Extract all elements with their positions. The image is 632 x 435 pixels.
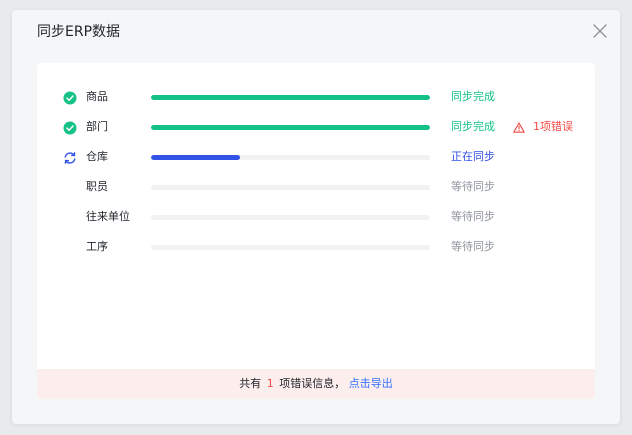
progress-bar	[151, 185, 430, 190]
sync-status: 同步完成	[451, 90, 495, 103]
sync-status: 等待同步	[451, 240, 495, 253]
error-summary-suffix: 项错误信息，	[279, 377, 346, 390]
sync-row: 往来单位 等待同步	[37, 207, 595, 227]
sync-icon	[63, 150, 77, 164]
sync-row: 部门 同步完成 1项错误	[37, 117, 595, 137]
sync-row-label: 往来单位	[86, 210, 130, 223]
progress-bar	[151, 215, 430, 220]
progress-bar-fill	[151, 125, 430, 130]
sync-status: 等待同步	[451, 180, 495, 193]
sync-row: 仓库 正在同步	[37, 147, 595, 167]
sync-row: 职员 等待同步	[37, 177, 595, 197]
dialog-title: 同步ERP数据	[37, 24, 121, 40]
sync-progress-panel: 商品 同步完成 部门 同步完成 1项错误 仓库 正在同步 职员 等待同步 往来单位 等待同步 工序 等待…	[37, 63, 595, 399]
progress-bar-fill	[151, 95, 430, 100]
check-circle-icon	[63, 120, 77, 135]
error-badge[interactable]: 1项错误	[513, 119, 573, 135]
warning-icon	[513, 121, 529, 133]
sync-status: 等待同步	[451, 210, 495, 223]
sync-row-label: 职员	[86, 180, 108, 193]
sync-row-label: 部门	[86, 120, 108, 133]
progress-bar-fill	[151, 155, 241, 160]
sync-row: 工序 等待同步	[37, 237, 595, 257]
check-circle-icon	[63, 90, 77, 105]
error-count: 1	[266, 377, 274, 390]
progress-bar	[151, 95, 430, 100]
sync-row-label: 工序	[86, 240, 108, 253]
sync-row-label: 仓库	[86, 150, 108, 163]
close-icon	[593, 24, 607, 38]
sync-row-label: 商品	[86, 90, 108, 103]
close-button[interactable]	[592, 23, 608, 39]
export-errors-link[interactable]: 点击导出	[349, 377, 393, 390]
sync-status: 正在同步	[451, 150, 495, 163]
sync-erp-dialog: 同步ERP数据 商品 同步完成 部门 同步完成 1项错误 仓库 正在同步 职员 等待同步 往来单位…	[12, 10, 620, 424]
sync-status: 同步完成	[451, 120, 495, 133]
sync-row: 商品 同步完成	[37, 87, 595, 107]
progress-bar	[151, 125, 430, 130]
error-badge-label: 1项错误	[533, 120, 573, 133]
progress-bar	[151, 245, 430, 250]
progress-bar	[151, 155, 430, 160]
error-summary-bar: 共有 1 项错误信息， 点击导出	[37, 369, 595, 399]
error-summary-prefix: 共有	[239, 377, 262, 390]
